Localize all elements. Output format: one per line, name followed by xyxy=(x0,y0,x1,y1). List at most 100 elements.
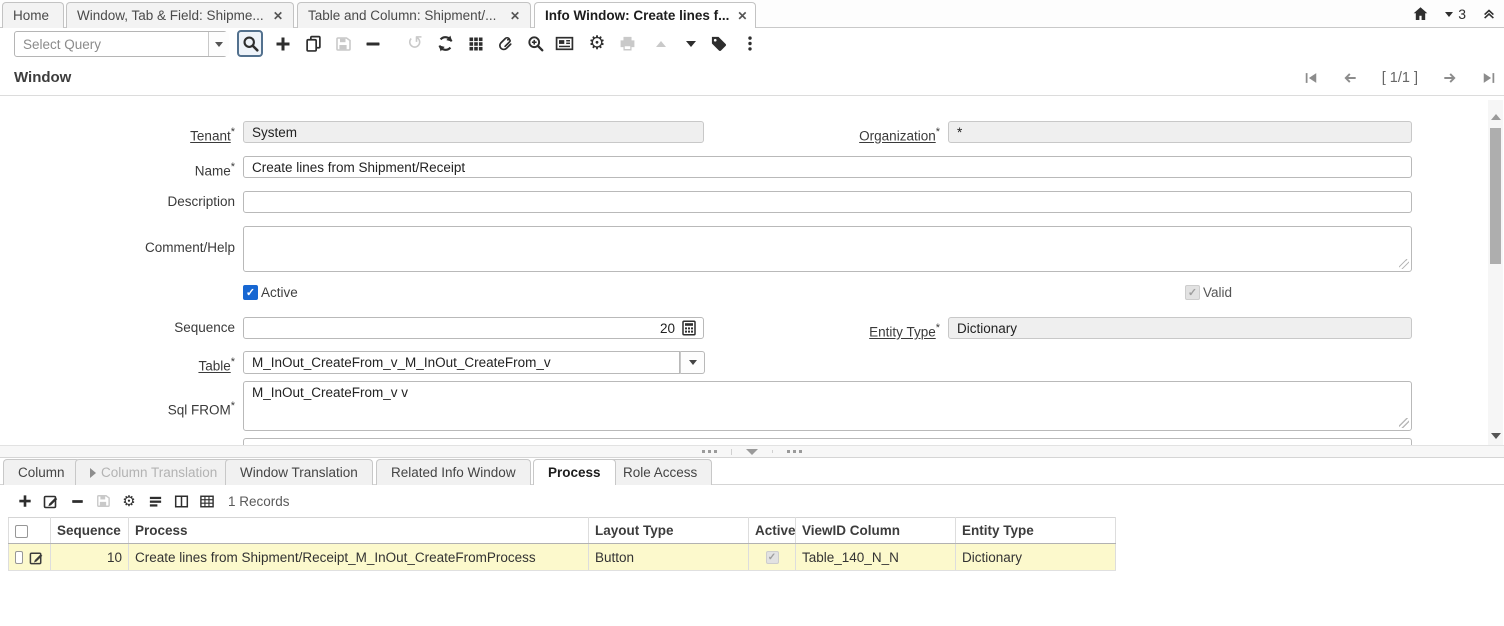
select-query-dropdown-button[interactable] xyxy=(208,32,229,56)
collapse-all-button[interactable] xyxy=(1482,7,1496,21)
double-chevron-up-icon xyxy=(1482,7,1496,21)
label-button[interactable] xyxy=(705,30,731,57)
process-button[interactable]: ⚙ xyxy=(584,30,610,57)
report-icon xyxy=(555,35,574,52)
delete-record-button[interactable] xyxy=(360,30,386,57)
row-entity-type: Dictionary xyxy=(956,544,1116,571)
tab-window-tab-field[interactable]: Window, Tab & Field: Shipme... ✕ xyxy=(66,2,294,28)
undo-button[interactable]: ↺ xyxy=(402,30,428,57)
row-active-cell: ✓ xyxy=(749,544,796,571)
tab-related-info-window[interactable]: Related Info Window xyxy=(376,459,531,485)
valid-label: Valid xyxy=(1203,285,1232,300)
column-header-process[interactable]: Process xyxy=(129,518,589,544)
zoom-across-button[interactable] xyxy=(522,30,548,57)
panel-splitter[interactable] xyxy=(0,445,1504,458)
new-record-button[interactable] xyxy=(270,30,296,57)
grid-toggle-button[interactable] xyxy=(463,30,489,57)
sql-from-field[interactable]: M_InOut_CreateFrom_v v xyxy=(243,381,1412,431)
parent-record-button[interactable] xyxy=(648,30,674,57)
valid-checkbox[interactable]: ✓ xyxy=(1185,285,1200,300)
detail-panel-toggle-button[interactable] xyxy=(168,490,194,512)
scroll-down-arrow[interactable] xyxy=(1491,433,1501,439)
report-button[interactable] xyxy=(551,30,577,57)
select-all-header xyxy=(9,518,51,544)
organization-label: Organization* xyxy=(700,121,940,148)
detail-edit-button[interactable] xyxy=(38,490,64,512)
tab-column[interactable]: Column xyxy=(3,459,80,485)
save-button[interactable] xyxy=(330,30,356,57)
sequence-label: Sequence xyxy=(0,317,235,339)
tab-process[interactable]: Process xyxy=(533,459,616,485)
minus-icon xyxy=(365,36,381,52)
splitter-collapse-button[interactable] xyxy=(731,449,772,455)
entity-type-field[interactable] xyxy=(948,317,1412,339)
next-record-button[interactable] xyxy=(1442,71,1458,85)
tab-window-translation[interactable]: Window Translation xyxy=(225,459,373,485)
table-dropdown-button[interactable] xyxy=(680,351,705,374)
detail-record-button[interactable] xyxy=(678,30,704,57)
table-field[interactable] xyxy=(243,351,680,374)
tab-home[interactable]: Home xyxy=(2,2,64,28)
last-record-button[interactable] xyxy=(1482,71,1496,85)
table-label: Table* xyxy=(0,351,235,378)
save-icon xyxy=(96,494,110,508)
select-all-checkbox[interactable] xyxy=(15,525,28,538)
comment-help-field[interactable] xyxy=(243,226,1412,272)
arrow-right-icon xyxy=(1442,71,1458,85)
detail-quick-form-button[interactable] xyxy=(142,490,168,512)
tab-info-window[interactable]: Info Window: Create lines f... ✕ xyxy=(534,2,756,28)
column-header-viewid-column[interactable]: ViewID Column xyxy=(796,518,956,544)
tab-table-and-column[interactable]: Table and Column: Shipment/... ✕ xyxy=(297,2,531,28)
sequence-field[interactable] xyxy=(243,317,704,339)
first-record-icon xyxy=(1304,71,1318,85)
row-select-checkbox[interactable] xyxy=(15,551,23,564)
more-actions-button[interactable] xyxy=(737,30,763,57)
open-windows-dropdown[interactable]: 3 xyxy=(1445,6,1466,22)
first-record-button[interactable] xyxy=(1304,71,1318,85)
organization-field[interactable] xyxy=(948,121,1412,143)
active-checkbox[interactable]: ✓ xyxy=(243,285,258,300)
tenant-field[interactable] xyxy=(243,121,704,143)
tab-label: Info Window: Create lines f... xyxy=(545,8,729,23)
scrollbar-thumb[interactable] xyxy=(1490,128,1501,264)
column-header-sequence[interactable]: Sequence xyxy=(51,518,129,544)
column-header-entity-type[interactable]: Entity Type xyxy=(956,518,1116,544)
name-field[interactable] xyxy=(243,156,1412,178)
undo-icon: ↺ xyxy=(407,34,423,53)
page-title: Window xyxy=(14,69,71,86)
table-row[interactable]: 10 Create lines from Shipment/Receipt_M_… xyxy=(9,544,1116,571)
home-button[interactable] xyxy=(1412,6,1429,22)
select-query-input[interactable] xyxy=(15,32,208,56)
column-header-layout-type[interactable]: Layout Type xyxy=(589,518,749,544)
copy-record-button[interactable] xyxy=(300,30,326,57)
detail-delete-button[interactable] xyxy=(64,490,90,512)
attachment-button[interactable] xyxy=(492,30,518,57)
print-button[interactable] xyxy=(614,30,640,57)
home-icon xyxy=(1412,6,1429,22)
tab-role-access[interactable]: Role Access xyxy=(608,459,712,485)
splitter-grip[interactable] xyxy=(688,450,731,453)
sql-from-label: Sql FROM* xyxy=(0,395,235,422)
detail-save-button[interactable] xyxy=(90,490,116,512)
calculator-button[interactable] xyxy=(681,320,697,336)
save-icon xyxy=(335,36,351,52)
column-header-active[interactable]: Active xyxy=(749,518,796,544)
previous-record-button[interactable] xyxy=(1342,71,1358,85)
splitter-grip[interactable] xyxy=(772,450,816,453)
tab-column-translation[interactable]: Column Translation xyxy=(75,459,232,485)
valid-checkbox-row: ✓ Valid xyxy=(1185,285,1232,300)
edit-icon xyxy=(43,493,59,509)
find-record-button[interactable] xyxy=(237,30,263,57)
close-icon[interactable]: ✕ xyxy=(737,9,747,23)
row-layout-type: Button xyxy=(589,544,749,571)
refresh-button[interactable] xyxy=(432,30,458,57)
detail-new-button[interactable] xyxy=(12,490,38,512)
row-edit-button[interactable] xyxy=(29,550,44,565)
detail-grid-view-button[interactable] xyxy=(194,490,220,512)
scroll-up-arrow[interactable] xyxy=(1491,114,1501,120)
close-icon[interactable]: ✕ xyxy=(510,9,520,23)
description-field[interactable] xyxy=(243,191,1412,213)
detail-process-button[interactable]: ⚙ xyxy=(116,490,142,512)
ellipsis-vertical-icon xyxy=(742,35,758,52)
close-icon[interactable]: ✕ xyxy=(273,9,283,23)
